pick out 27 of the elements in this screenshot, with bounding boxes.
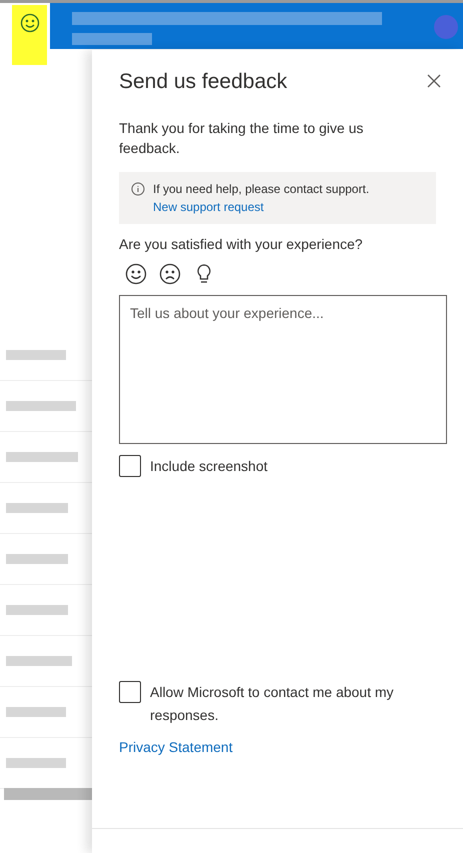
smiley-icon[interactable] — [125, 263, 147, 285]
help-text: If you need help, please contact support. New support request — [153, 181, 370, 216]
frown-icon[interactable] — [159, 263, 181, 285]
checkbox[interactable] — [119, 681, 141, 703]
redacted-text — [6, 452, 78, 462]
close-icon[interactable] — [427, 74, 441, 88]
feedback-button[interactable] — [12, 5, 47, 65]
redacted-text — [6, 401, 76, 411]
panel-title: Send us feedback — [119, 69, 288, 95]
privacy-link[interactable]: Privacy Statement — [119, 737, 436, 758]
intro-text: Thank you for taking the time to give us feedback. — [119, 119, 364, 158]
smiley-icon — [20, 13, 40, 33]
redacted-text — [6, 350, 66, 360]
question-text: Are you satisfied with your experience? — [119, 235, 364, 254]
info-icon — [131, 182, 145, 196]
checkbox-label: Include screenshot — [150, 457, 268, 476]
checkbox[interactable] — [119, 455, 141, 477]
redacted-text — [6, 707, 66, 717]
comment-field[interactable]: Tell us about your experience... — [119, 295, 447, 444]
redacted-text — [6, 758, 66, 768]
redacted-text — [6, 656, 72, 666]
avatar-icon — [434, 15, 458, 39]
redacted-text — [6, 605, 68, 615]
redacted-text — [6, 554, 68, 564]
redacted-text — [6, 503, 68, 513]
support-link[interactable]: New support request — [153, 200, 264, 214]
checkbox-label: Allow Microsoft to contact me about my responses. — [150, 683, 395, 725]
